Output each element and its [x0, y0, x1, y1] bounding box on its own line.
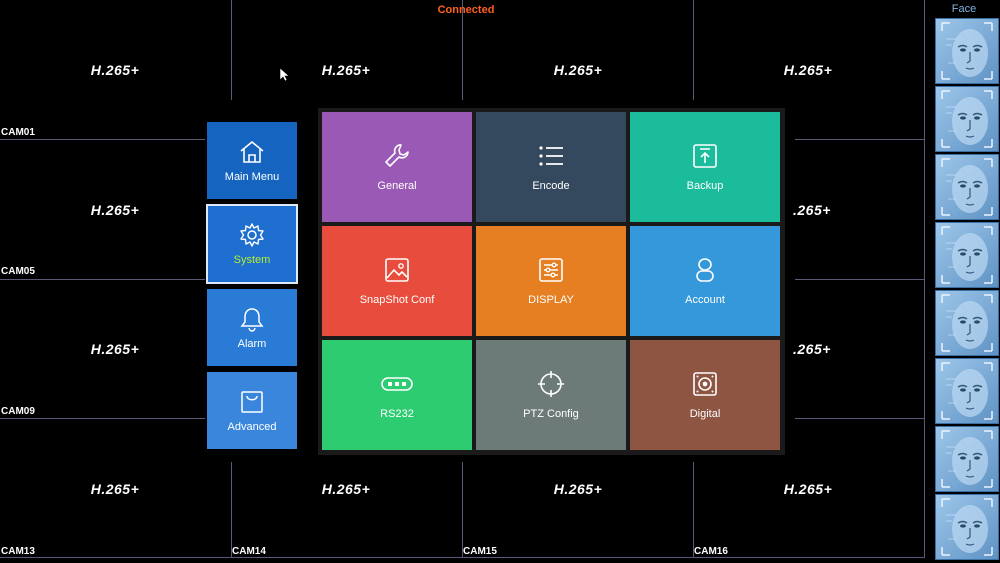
grid-divider	[0, 418, 205, 419]
grid-divider	[795, 139, 925, 140]
bell-icon	[239, 306, 265, 332]
tile-account[interactable]: Account	[630, 226, 780, 336]
upload-icon	[691, 142, 719, 170]
tile-display[interactable]: DISPLAY	[476, 226, 626, 336]
tile-ptz-config[interactable]: PTZ Config	[476, 340, 626, 450]
face-thumbnail[interactable]	[935, 18, 999, 84]
codec-label: H.265+	[321, 62, 371, 78]
grid-divider	[693, 462, 694, 558]
face-panel-title: Face	[951, 3, 977, 15]
side-menu-advanced[interactable]: Advanced	[207, 372, 297, 449]
codec-label: H.265+	[90, 341, 140, 357]
grid-divider	[231, 462, 232, 558]
hdd-icon	[691, 370, 719, 398]
side-menu-label: Advanced	[227, 420, 277, 433]
wrench-icon	[383, 142, 411, 170]
connection-status: Connected	[437, 4, 495, 16]
home-icon	[238, 139, 266, 165]
tile-label: Digital	[689, 408, 721, 420]
face-panel: Face	[928, 0, 1000, 563]
tile-label: General	[377, 180, 417, 192]
tile-label: Account	[685, 294, 725, 306]
codec-label: H.265+	[90, 481, 140, 497]
tile-label: PTZ Config	[523, 408, 579, 420]
list-icon	[537, 142, 565, 170]
side-menu-label: System	[233, 254, 271, 266]
face-thumbnail[interactable]	[935, 222, 999, 288]
gear-icon	[239, 222, 265, 248]
grid-divider	[0, 279, 205, 280]
camera-label: CAM16	[694, 546, 728, 557]
camera-label: CAM05	[1, 266, 35, 277]
grid-divider	[0, 139, 205, 140]
system-menu-panel: General Encode Backup SnapShot Conf DISP…	[318, 108, 785, 455]
codec-label: H.265+	[553, 481, 603, 497]
tile-general[interactable]: General	[322, 112, 472, 222]
codec-label-partial: .265+	[793, 341, 831, 357]
tile-rs232[interactable]: RS232	[322, 340, 472, 450]
tile-label: DISPLAY	[528, 294, 574, 306]
tile-snapshot-conf[interactable]: SnapShot Conf	[322, 226, 472, 336]
camera-label: CAM09	[1, 406, 35, 417]
codec-label: H.265+	[783, 62, 833, 78]
grid-divider	[795, 418, 925, 419]
user-icon	[691, 256, 719, 284]
face-thumbnail[interactable]	[935, 426, 999, 492]
codec-label: H.265+	[90, 62, 140, 78]
image-icon	[383, 256, 411, 284]
codec-label: H.265+	[553, 62, 603, 78]
codec-label: H.265+	[90, 202, 140, 218]
tile-encode[interactable]: Encode	[476, 112, 626, 222]
camera-label: CAM14	[232, 546, 266, 557]
side-menu-label: Main Menu	[224, 170, 280, 183]
codec-label-partial: .265+	[793, 202, 831, 218]
face-thumbnail[interactable]	[935, 154, 999, 220]
side-menu-alarm[interactable]: Alarm	[207, 289, 297, 366]
tile-label: Encode	[532, 180, 570, 192]
serial-port-icon	[380, 370, 414, 398]
side-menu-main-menu[interactable]: Main Menu	[207, 122, 297, 199]
bag-icon	[239, 389, 265, 415]
side-menu-system[interactable]: System	[206, 204, 298, 284]
camera-label: CAM01	[1, 127, 35, 138]
mouse-cursor-icon	[280, 68, 290, 82]
side-menu-label: Alarm	[237, 337, 267, 350]
face-thumbnail[interactable]	[935, 86, 999, 152]
tile-label: RS232	[380, 408, 414, 420]
tile-label: Backup	[686, 180, 724, 192]
grid-divider	[0, 557, 925, 558]
tile-backup[interactable]: Backup	[630, 112, 780, 222]
grid-divider	[462, 462, 463, 558]
camera-label: CAM13	[1, 546, 35, 557]
camera-label: CAM15	[463, 546, 497, 557]
codec-label: H.265+	[321, 481, 371, 497]
face-thumbnail[interactable]	[935, 494, 999, 560]
crosshair-icon	[537, 370, 565, 398]
codec-label: H.265+	[783, 481, 833, 497]
face-thumbnail[interactable]	[935, 358, 999, 424]
grid-divider	[795, 279, 925, 280]
face-thumbnail[interactable]	[935, 290, 999, 356]
tile-label: SnapShot Conf	[359, 294, 435, 306]
tile-digital[interactable]: Digital	[630, 340, 780, 450]
sliders-icon	[537, 256, 565, 284]
